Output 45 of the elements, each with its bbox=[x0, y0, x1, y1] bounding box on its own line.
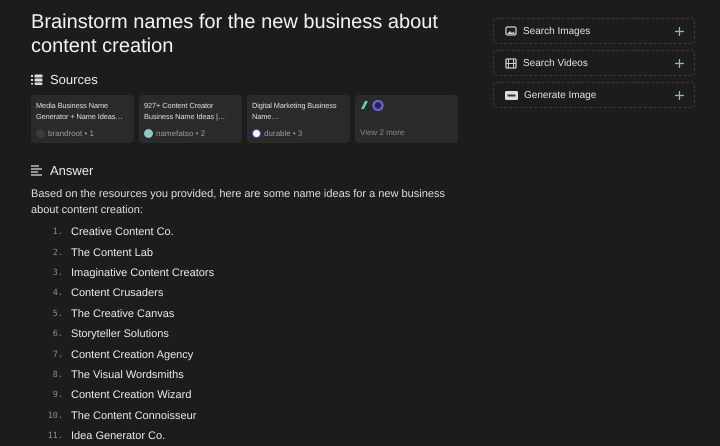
name-idea: The Content Lab bbox=[71, 246, 153, 259]
site-favicon-icon bbox=[252, 129, 261, 138]
action-button[interactable]: Search Videos bbox=[493, 50, 695, 76]
name-idea: Content Creation Agency bbox=[71, 348, 194, 361]
name-idea: The Content Connoisseur bbox=[71, 410, 196, 422]
list-number: 10. bbox=[46, 410, 63, 421]
section-heading: Answer bbox=[50, 163, 94, 178]
action-button[interactable]: Generate Image bbox=[493, 82, 695, 108]
name-idea: Content Crusaders bbox=[71, 287, 164, 300]
name-idea: Creative Content Co. bbox=[71, 226, 174, 238]
action-button[interactable]: Search Images bbox=[493, 18, 695, 44]
list-number: 5. bbox=[52, 308, 63, 319]
list-icon bbox=[31, 74, 43, 85]
source-site: brandroot • 1 bbox=[48, 129, 94, 138]
list-number: 8. bbox=[52, 370, 63, 380]
list-number: 6. bbox=[52, 329, 63, 340]
site-logos-icon bbox=[360, 100, 384, 111]
list-number: 2. bbox=[52, 248, 63, 258]
site-favicon-icon bbox=[144, 129, 153, 138]
name-idea: Content Creation Wizard bbox=[71, 389, 192, 402]
plus-icon bbox=[675, 58, 684, 68]
list-number: 1. bbox=[52, 227, 63, 238]
list-number: 9. bbox=[52, 390, 63, 400]
list-number: 3. bbox=[52, 268, 63, 278]
film-icon bbox=[505, 58, 517, 68]
name-idea: The Creative Canvas bbox=[71, 308, 174, 320]
plus-icon bbox=[675, 90, 684, 100]
name-idea: Storyteller Solutions bbox=[71, 328, 169, 340]
source-site: durable • 3 bbox=[264, 129, 302, 138]
source-card[interactable]: View 2 more bbox=[355, 95, 458, 143]
page-title: Brainstorm names for the new business about content creation bbox=[31, 10, 439, 58]
text-lines-icon bbox=[31, 165, 43, 176]
answer-intro: Based on the resources you provided, here are some name ideas for a new business about content creation: bbox=[31, 187, 446, 218]
section-heading: Sources bbox=[50, 72, 98, 87]
view-more-label: View 2 more bbox=[360, 128, 404, 137]
source-site: namefatso • 2 bbox=[156, 129, 206, 138]
name-idea: The Visual Wordsmiths bbox=[71, 368, 184, 381]
plus-icon bbox=[675, 26, 684, 36]
list-number: 4. bbox=[52, 288, 63, 298]
pro-badge-icon bbox=[505, 90, 518, 100]
name-idea: Imaginative Content Creators bbox=[71, 266, 214, 279]
name-idea: Idea Generator Co. bbox=[71, 430, 166, 442]
list-number: 11. bbox=[46, 431, 63, 442]
list-number: 7. bbox=[52, 350, 63, 360]
image-icon bbox=[505, 26, 517, 36]
